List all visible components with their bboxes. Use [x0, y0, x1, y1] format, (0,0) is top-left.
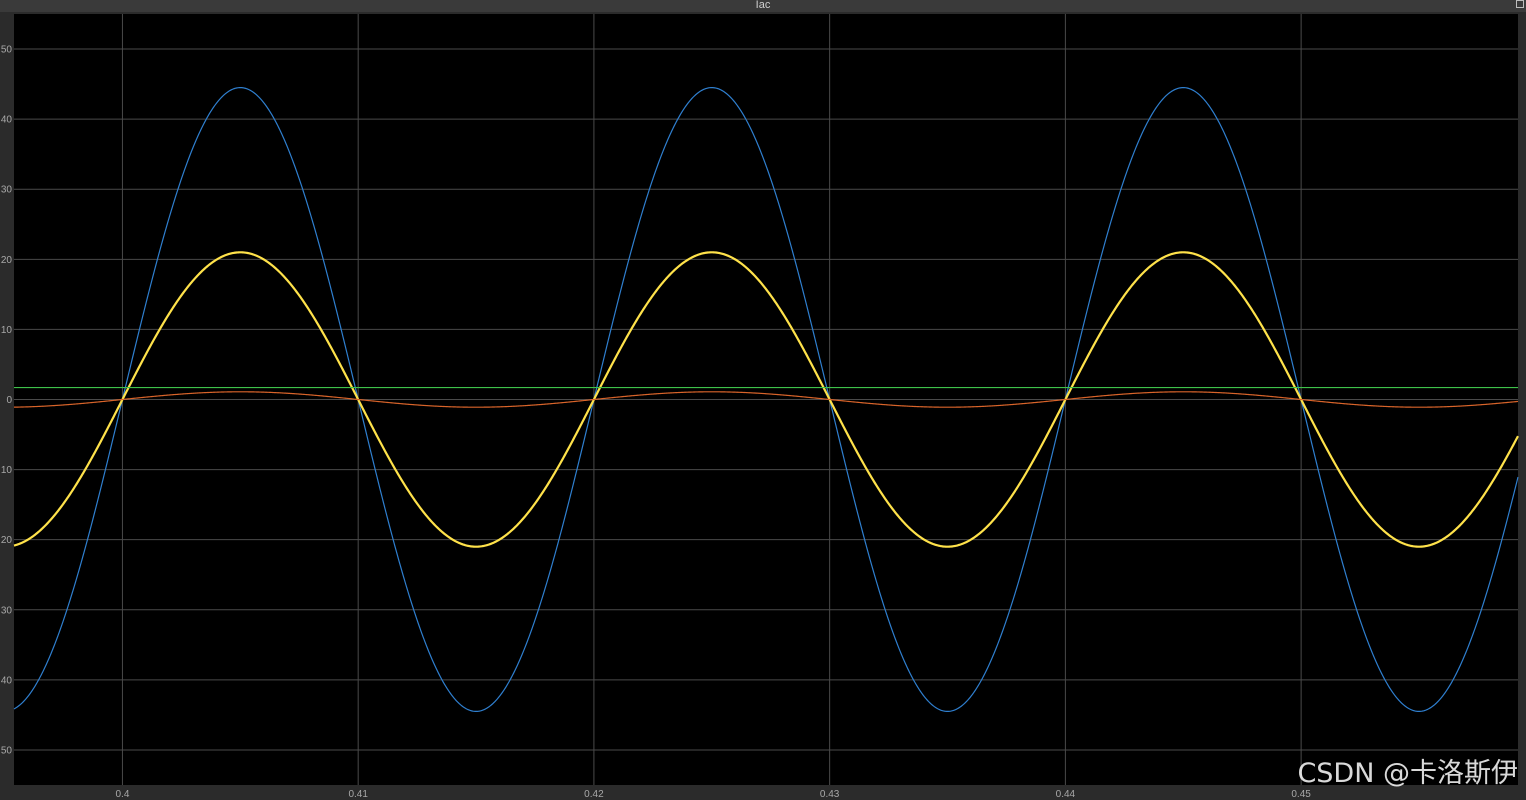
x-tick-label: 0.41 — [348, 789, 368, 800]
y-tick-label: 20 — [1, 535, 13, 546]
y-tick-label: 50 — [1, 745, 13, 756]
y-tick-label: 0 — [6, 395, 12, 406]
x-tick-label: 0.44 — [1056, 789, 1076, 800]
x-tick-label: 0.4 — [115, 789, 129, 800]
x-tick-label: 0.45 — [1291, 789, 1311, 800]
y-tick-label: 30 — [1, 185, 13, 196]
y-tick-label: 20 — [1, 255, 13, 266]
scope-window: Iac 0.4 0.41 0.42 0.43 0.44 0.45 50 40 30 20 10 0 1… — [0, 0, 1526, 800]
plot-area[interactable]: 0.4 0.41 0.42 0.43 0.44 0.45 50 40 30 20 10 0 10 20 3… — [0, 0, 1526, 800]
y-tick-label: 40 — [1, 675, 13, 686]
x-tick-label: 0.43 — [820, 789, 840, 800]
y-tick-label: 40 — [1, 115, 13, 126]
watermark: CSDN @卡洛斯伊 — [1297, 758, 1518, 789]
y-tick-label: 50 — [1, 45, 13, 56]
y-tick-label: 10 — [1, 325, 13, 336]
y-tick-label: 10 — [1, 465, 13, 476]
y-tick-label: 30 — [1, 605, 13, 616]
x-tick-label: 0.42 — [584, 789, 604, 800]
x-axis-ticks: 0.4 0.41 0.42 0.43 0.44 0.45 — [115, 789, 1311, 800]
y-axis-ticks: 50 40 30 20 10 0 10 20 30 40 50 — [1, 45, 13, 757]
